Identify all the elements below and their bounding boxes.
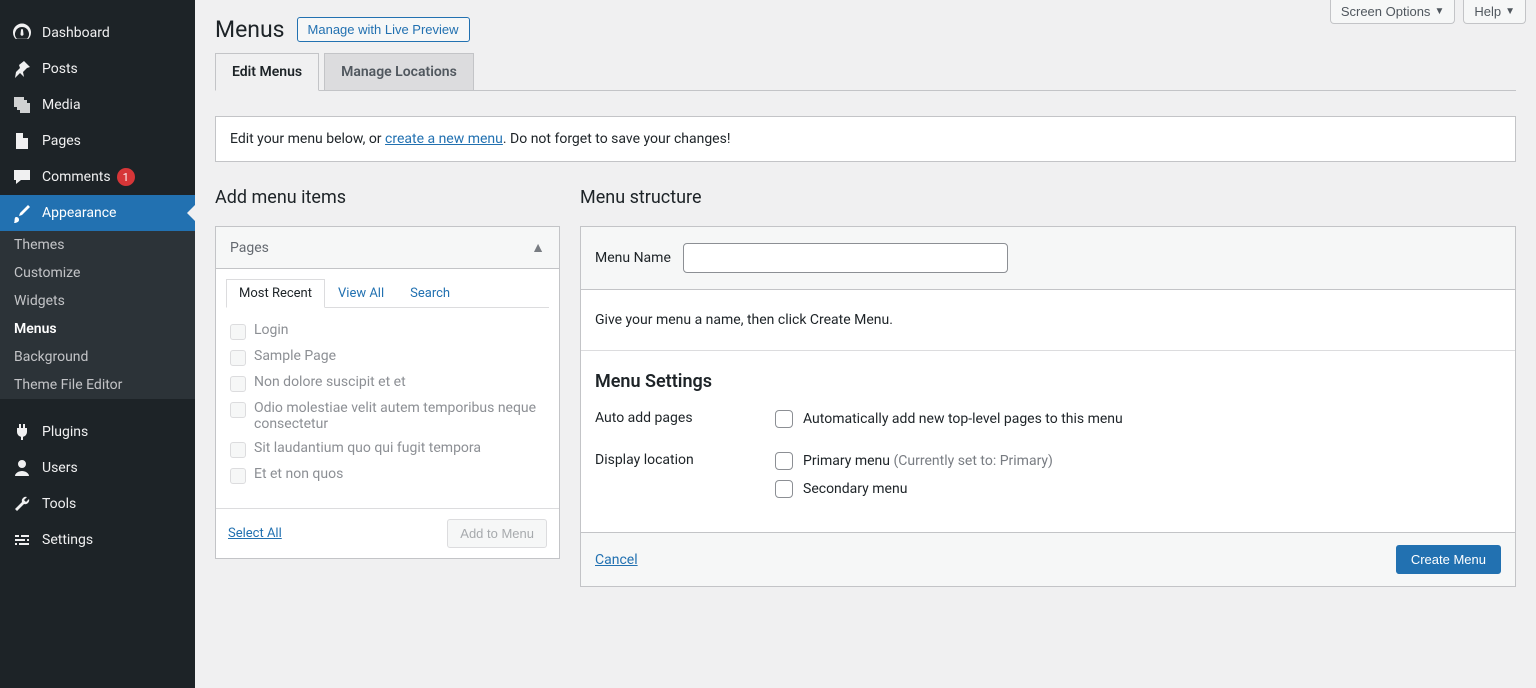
admin-sidebar: Dashboard Posts Media Pages Comments 1 Ap…: [0, 0, 195, 688]
tab-search[interactable]: Search: [397, 279, 463, 308]
list-item[interactable]: Odio molestiae velit autem temporibus ne…: [230, 396, 545, 436]
pages-icon: [12, 131, 32, 151]
pages-accordion-toggle[interactable]: Pages ▲: [216, 227, 559, 269]
add-items-heading: Add menu items: [215, 187, 560, 208]
menu-edit-panel: Menu Name Give your menu a name, then cl…: [580, 226, 1516, 587]
page-checkbox: [230, 468, 246, 484]
main-content: Screen Options ▼ Help ▼ Menus Manage wit…: [195, 0, 1536, 688]
auto-add-label: Auto add pages: [595, 410, 775, 426]
sidebar-item-plugins[interactable]: Plugins: [0, 414, 195, 450]
comments-badge: 1: [117, 168, 135, 186]
submenu-background[interactable]: Background: [0, 343, 195, 371]
location-secondary-option[interactable]: Secondary menu: [775, 480, 1501, 498]
live-preview-button[interactable]: Manage with Live Preview: [297, 17, 470, 42]
pin-icon: [12, 59, 32, 79]
select-all-link[interactable]: Select All: [228, 526, 282, 541]
sidebar-label: Pages: [42, 133, 81, 149]
list-item[interactable]: Sample Page: [230, 344, 545, 370]
location-secondary-checkbox[interactable]: [775, 480, 793, 498]
list-item[interactable]: Sit laudantium quo qui fugit tempora: [230, 436, 545, 462]
submenu-widgets[interactable]: Widgets: [0, 287, 195, 315]
sidebar-item-posts[interactable]: Posts: [0, 51, 195, 87]
page-title: Menus: [215, 16, 285, 43]
menu-settings-heading: Menu Settings: [595, 371, 1501, 392]
sidebar-item-dashboard[interactable]: Dashboard: [0, 15, 195, 51]
sidebar-label: Users: [42, 460, 78, 476]
chevron-down-icon: ▼: [1505, 6, 1515, 17]
help-button[interactable]: Help ▼: [1463, 0, 1526, 24]
sidebar-item-pages[interactable]: Pages: [0, 123, 195, 159]
page-checkbox: [230, 350, 246, 366]
sidebar-item-media[interactable]: Media: [0, 87, 195, 123]
sidebar-item-comments[interactable]: Comments 1: [0, 159, 195, 195]
menu-instructions: Give your menu a name, then click Create…: [581, 290, 1515, 351]
media-icon: [12, 95, 32, 115]
chevron-up-icon: ▲: [531, 239, 545, 256]
page-checkbox: [230, 376, 246, 392]
nav-tabs: Edit Menus Manage Locations: [215, 53, 1516, 91]
submenu-file-editor[interactable]: Theme File Editor: [0, 371, 195, 399]
display-location-label: Display location: [595, 452, 775, 468]
cancel-link[interactable]: Cancel: [595, 552, 638, 568]
submenu-customize[interactable]: Customize: [0, 259, 195, 287]
page-checkbox: [230, 402, 246, 418]
add-to-menu-button[interactable]: Add to Menu: [447, 519, 547, 548]
location-primary-checkbox[interactable]: [775, 452, 793, 470]
comment-icon: [12, 167, 32, 187]
tab-most-recent[interactable]: Most Recent: [226, 279, 325, 308]
sidebar-label: Plugins: [42, 424, 88, 440]
create-menu-button[interactable]: Create Menu: [1396, 545, 1501, 574]
pages-checklist[interactable]: Login Sample Page Non dolore suscipit et…: [226, 308, 549, 498]
gauge-icon: [12, 23, 32, 43]
sidebar-label: Tools: [42, 496, 76, 512]
submenu-menus[interactable]: Menus: [0, 315, 195, 343]
pages-postbox: Pages ▲ Most Recent View All Search Logi…: [215, 226, 560, 559]
user-icon: [12, 458, 32, 478]
submenu-themes[interactable]: Themes: [0, 231, 195, 259]
menu-name-input[interactable]: [683, 243, 1008, 273]
sidebar-item-users[interactable]: Users: [0, 450, 195, 486]
list-item[interactable]: Et et non quos: [230, 462, 545, 488]
menu-name-label: Menu Name: [595, 250, 671, 266]
auto-add-checkbox[interactable]: [775, 410, 793, 428]
sidebar-label: Settings: [42, 532, 93, 548]
list-item[interactable]: Non dolore suscipit et et: [230, 370, 545, 396]
create-new-menu-link[interactable]: create a new menu: [385, 131, 503, 147]
page-checkbox: [230, 324, 246, 340]
brush-icon: [12, 203, 32, 223]
auto-add-option[interactable]: Automatically add new top-level pages to…: [775, 410, 1501, 428]
tab-view-all[interactable]: View All: [325, 279, 397, 308]
sidebar-label: Dashboard: [42, 25, 110, 41]
sidebar-label: Comments: [42, 169, 111, 185]
appearance-submenu: Themes Customize Widgets Menus Backgroun…: [0, 231, 195, 399]
sidebar-item-settings[interactable]: Settings: [0, 522, 195, 558]
chevron-down-icon: ▼: [1434, 6, 1444, 17]
menu-structure-heading: Menu structure: [580, 187, 1516, 208]
sliders-icon: [12, 530, 32, 550]
plug-icon: [12, 422, 32, 442]
sidebar-label: Media: [42, 97, 81, 113]
sidebar-item-tools[interactable]: Tools: [0, 486, 195, 522]
location-primary-option[interactable]: Primary menu (Currently set to: Primary): [775, 452, 1501, 470]
sidebar-label: Posts: [42, 61, 78, 77]
sidebar-label: Appearance: [42, 205, 116, 221]
page-checkbox: [230, 442, 246, 458]
sidebar-item-appearance[interactable]: Appearance: [0, 195, 195, 231]
wrench-icon: [12, 494, 32, 514]
screen-options-button[interactable]: Screen Options ▼: [1330, 0, 1456, 24]
tab-edit-menus[interactable]: Edit Menus: [215, 53, 319, 91]
instruction-notice: Edit your menu below, or create a new me…: [215, 116, 1516, 162]
tab-manage-locations[interactable]: Manage Locations: [324, 53, 474, 91]
list-item[interactable]: Login: [230, 318, 545, 344]
